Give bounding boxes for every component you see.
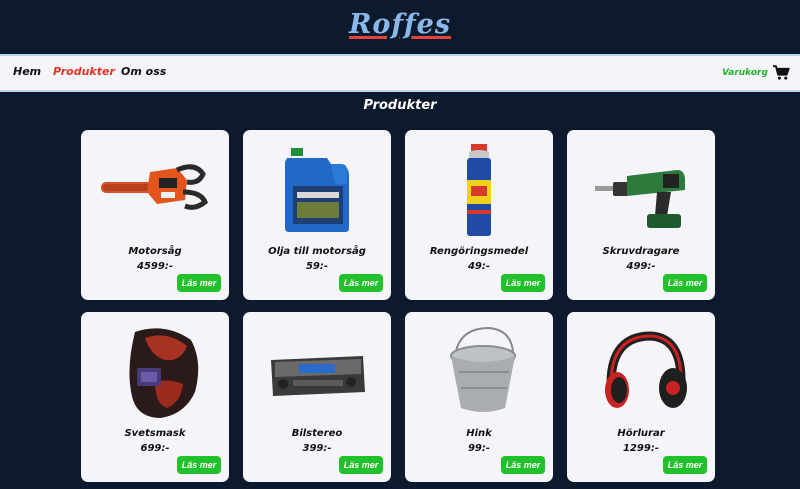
product-card: Olja till motorsåg 59:- Läs mer (243, 130, 391, 300)
product-name: Motorsåg (128, 246, 182, 257)
drill-icon (595, 170, 685, 228)
headphones-icon (605, 331, 687, 408)
product-price: 1299:- (623, 443, 659, 454)
product-name: Hink (466, 428, 492, 439)
nav-link-products[interactable]: Produkter (53, 65, 115, 78)
nav-link-cart[interactable]: Varukorg (722, 68, 768, 78)
bucket-icon (450, 326, 516, 412)
product-price: 49:- (467, 261, 491, 272)
car-stereo-icon (271, 356, 365, 396)
read-more-button[interactable]: Läs mer (663, 274, 707, 292)
read-more-button[interactable]: Läs mer (501, 274, 545, 292)
read-more-button[interactable]: Läs mer (501, 456, 545, 474)
read-more-button[interactable]: Läs mer (339, 456, 383, 474)
read-more-button[interactable]: Läs mer (177, 274, 221, 292)
read-more-button[interactable]: Läs mer (339, 274, 383, 292)
product-name: Bilstereo (291, 428, 343, 439)
product-card: Skruvdragare 499:- Läs mer (567, 130, 715, 300)
product-price: 4599:- (137, 261, 173, 272)
product-price: 699:- (140, 443, 170, 454)
read-more-button[interactable]: Läs mer (663, 456, 707, 474)
welding-mask-icon (129, 328, 199, 418)
site-logo[interactable]: Roffes (349, 9, 451, 40)
page-title: Produkter (363, 98, 437, 113)
product-name: Hörlurar (617, 428, 665, 439)
chainsaw-icon (101, 164, 209, 210)
product-name: Rengöringsmedel (429, 246, 529, 257)
product-price: 399:- (302, 443, 332, 454)
product-card: Motorsåg 4599:- Läs mer (81, 130, 229, 300)
spray-can-icon (467, 144, 491, 236)
shopping-cart-icon[interactable] (773, 65, 790, 81)
product-name: Olja till motorsåg (268, 246, 366, 257)
product-card: Rengöringsmedel 49:- Läs mer (405, 130, 553, 300)
nav-link-home[interactable]: Hem (13, 65, 41, 78)
nav-bar: Hem Produkter Om oss Varukorg (0, 54, 800, 92)
product-name: Svetsmask (124, 428, 186, 439)
product-name: Skruvdragare (602, 246, 680, 257)
site-header: Roffes (0, 0, 800, 54)
oil-can-icon (285, 148, 349, 232)
read-more-button[interactable]: Läs mer (177, 456, 221, 474)
product-price: 499:- (626, 261, 656, 272)
product-price: 99:- (467, 443, 491, 454)
product-card: Hörlurar 1299:- Läs mer (567, 312, 715, 482)
product-card: Bilstereo 399:- Läs mer (243, 312, 391, 482)
product-price: 59:- (305, 261, 329, 272)
product-card: Svetsmask 699:- Läs mer (81, 312, 229, 482)
product-card: Hink 99:- Läs mer (405, 312, 553, 482)
nav-link-about[interactable]: Om oss (121, 65, 166, 78)
